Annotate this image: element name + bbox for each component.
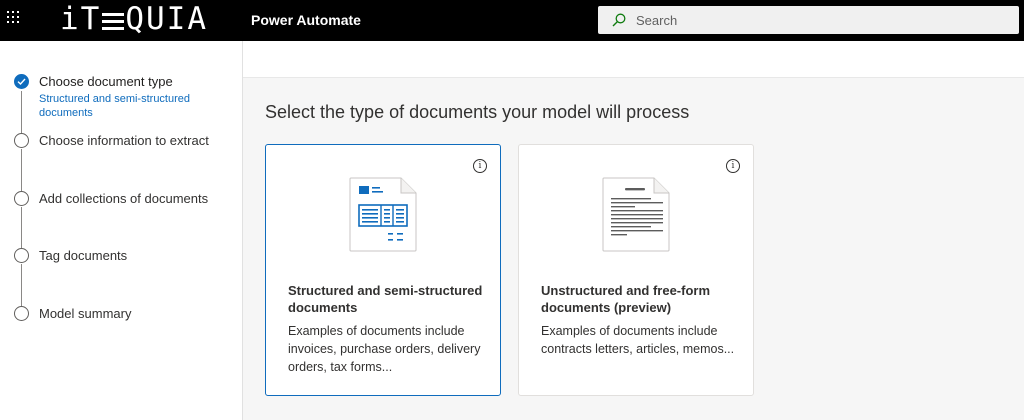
step-completed-check-icon <box>14 74 29 89</box>
card-unstructured-documents[interactable]: i Unstructured and free-form documents (… <box>518 144 754 396</box>
page-title: Select the type of documents your model … <box>265 102 690 122</box>
step-choose-document-type[interactable]: Choose document type Structured and semi… <box>0 73 243 123</box>
itequia-logo[interactable]: iT QUIA <box>60 2 208 36</box>
step-circle-icon <box>14 248 29 263</box>
step-label: Add collections of documents <box>39 191 209 206</box>
top-header: iT QUIA Power Automate <box>0 0 1024 41</box>
step-connector <box>21 149 22 191</box>
command-bar <box>243 41 1024 78</box>
info-icon[interactable]: i <box>473 159 487 173</box>
unstructured-document-icon <box>602 177 672 262</box>
step-choose-information[interactable]: Choose information to extract <box>0 133 243 153</box>
structured-document-icon <box>349 177 419 262</box>
step-circle-icon <box>14 306 29 321</box>
step-connector <box>21 207 22 248</box>
step-sublabel: Structured and semi-structured documents <box>39 93 191 119</box>
card-description: Examples of documents include contracts … <box>541 324 735 356</box>
info-icon[interactable]: i <box>726 159 740 173</box>
step-label: Model summary <box>39 306 132 321</box>
step-label: Choose information to extract <box>39 133 209 148</box>
card-structured-documents[interactable]: i Structured and semi-structured documen… <box>265 144 501 396</box>
step-connector <box>21 91 22 133</box>
step-tag-documents[interactable]: Tag documents <box>0 248 243 268</box>
wizard-steps-panel: Choose document type Structured and semi… <box>0 41 243 420</box>
step-circle-icon <box>14 133 29 148</box>
step-label: Tag documents <box>39 248 128 263</box>
step-model-summary[interactable]: Model summary <box>0 306 243 326</box>
card-title: Structured and semi-structured documents <box>288 283 483 315</box>
step-label: Choose document type <box>39 74 173 89</box>
step-circle-icon <box>14 191 29 206</box>
step-add-collections[interactable]: Add collections of documents <box>0 191 243 211</box>
card-title: Unstructured and free-form documents (pr… <box>541 283 711 315</box>
card-description: Examples of documents include invoices, … <box>288 324 481 374</box>
app-title[interactable]: Power Automate <box>251 12 361 28</box>
search-icon <box>612 13 626 27</box>
app-launcher-icon[interactable] <box>6 10 20 24</box>
step-connector <box>21 264 22 306</box>
search-box[interactable] <box>598 6 1019 34</box>
search-input[interactable] <box>636 11 1006 29</box>
